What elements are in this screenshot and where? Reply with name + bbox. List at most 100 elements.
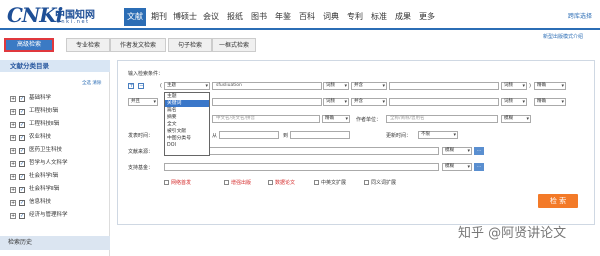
- date-to-input[interactable]: [290, 131, 350, 139]
- category-item[interactable]: + ✓ 工程科技Ⅱ辑: [10, 120, 59, 129]
- category-checkbox[interactable]: ✓: [19, 213, 25, 219]
- expand-icon[interactable]: +: [10, 161, 16, 167]
- expand-icon[interactable]: +: [10, 174, 16, 180]
- category-item[interactable]: + ✓ 哲学与人文科学: [10, 159, 68, 168]
- checkbox-box[interactable]: [314, 180, 319, 185]
- match-select-1[interactable]: 精确: [534, 82, 566, 90]
- nav-item[interactable]: 成果: [392, 8, 414, 26]
- expand-icon[interactable]: +: [10, 122, 16, 128]
- expand-icon[interactable]: +: [10, 200, 16, 206]
- freq-select-1[interactable]: 词频: [323, 82, 349, 90]
- nav-item[interactable]: 博硕士: [172, 8, 198, 26]
- checkbox-box[interactable]: [164, 180, 169, 185]
- dropdown-option[interactable]: 中图分类号: [165, 135, 209, 142]
- tab-search-mode[interactable]: 作者发文检索: [110, 38, 166, 52]
- nav-item[interactable]: 报纸: [224, 8, 246, 26]
- remove-row-icon[interactable]: −: [138, 83, 144, 89]
- expand-icon[interactable]: +: [10, 109, 16, 115]
- category-item[interactable]: + ✓ 基础科学: [10, 94, 51, 103]
- checkbox-box[interactable]: [224, 180, 229, 185]
- source-pick-button[interactable]: ···: [474, 147, 484, 155]
- category-checkbox[interactable]: ✓: [19, 148, 25, 154]
- tab-search-mode[interactable]: 专业检索: [66, 38, 110, 52]
- category-checkbox[interactable]: ✓: [19, 187, 25, 193]
- search-history-header[interactable]: 检索历史: [0, 236, 110, 250]
- update-time-select[interactable]: 不限: [418, 131, 458, 139]
- add-row-icon[interactable]: +: [128, 83, 134, 89]
- category-item[interactable]: + ✓ 社会科学Ⅱ辑: [10, 185, 59, 194]
- nav-item[interactable]: 年鉴: [272, 8, 294, 26]
- nav-item[interactable]: 标准: [368, 8, 390, 26]
- fund-input[interactable]: [164, 163, 439, 171]
- category-item[interactable]: + ✓ 医药卫生科技: [10, 146, 62, 155]
- tab-search-mode[interactable]: 句子检索: [168, 38, 212, 52]
- category-item[interactable]: + ✓ 农业科技: [10, 133, 51, 142]
- keyword-input-2[interactable]: [212, 98, 322, 106]
- dropdown-option[interactable]: 主题: [165, 93, 209, 100]
- freq-select-2b[interactable]: 词频: [501, 98, 527, 106]
- date-from-input[interactable]: [219, 131, 279, 139]
- dropdown-option[interactable]: 全文: [165, 121, 209, 128]
- category-item[interactable]: + ✓ 工程科技Ⅰ辑: [10, 107, 58, 116]
- source-match-select[interactable]: 模糊: [442, 147, 472, 155]
- category-item[interactable]: + ✓ 信息科技: [10, 198, 51, 207]
- option-checkbox[interactable]: 增强出版: [224, 179, 251, 186]
- author-match-select[interactable]: 精确: [322, 115, 350, 123]
- option-checkbox[interactable]: 中英文扩展: [314, 179, 346, 186]
- tab-search-mode[interactable]: 一框式检索: [212, 38, 256, 52]
- dropdown-option[interactable]: 篇名: [165, 107, 209, 114]
- dropdown-option[interactable]: 摘要: [165, 114, 209, 121]
- op-select-2[interactable]: 并含: [351, 98, 387, 106]
- expand-icon[interactable]: +: [10, 213, 16, 219]
- nav-item[interactable]: 专利: [344, 8, 366, 26]
- keyword-input-1[interactable]: sfusliuation: [212, 82, 322, 90]
- cnki-logo[interactable]: CNKi 中国知网 c n k i . n e t: [5, 3, 103, 29]
- nav-item[interactable]: 文献: [124, 8, 146, 26]
- category-checkbox[interactable]: ✓: [19, 96, 25, 102]
- fund-pick-button[interactable]: ···: [474, 163, 484, 171]
- keyword-input-2b[interactable]: [389, 98, 499, 106]
- dropdown-option[interactable]: 被引文献: [165, 128, 209, 135]
- category-checkbox[interactable]: ✓: [19, 200, 25, 206]
- nav-item[interactable]: 会议: [200, 8, 222, 26]
- dropdown-option[interactable]: 关键词: [165, 100, 209, 107]
- option-checkbox[interactable]: 网络首发: [164, 179, 191, 186]
- category-item[interactable]: + ✓ 经济与管理科学: [10, 211, 68, 220]
- unit-match-select[interactable]: 模糊: [501, 115, 531, 123]
- nav-item[interactable]: 期刊: [148, 8, 170, 26]
- nav-item[interactable]: 百科: [296, 8, 318, 26]
- category-checkbox[interactable]: ✓: [19, 135, 25, 141]
- category-item[interactable]: + ✓ 社会科学Ⅰ辑: [10, 172, 58, 181]
- freq-select-2[interactable]: 词频: [323, 98, 349, 106]
- category-checkbox[interactable]: ✓: [19, 161, 25, 167]
- checkbox-box[interactable]: [268, 180, 273, 185]
- category-checkbox[interactable]: ✓: [19, 109, 25, 115]
- keyword-input-1b[interactable]: [389, 82, 499, 90]
- search-button[interactable]: 检 索: [538, 194, 578, 208]
- author-input[interactable]: 中文名/英文名/拼音: [212, 115, 320, 123]
- expand-icon[interactable]: +: [10, 135, 16, 141]
- expand-icon[interactable]: +: [10, 96, 16, 102]
- category-checkbox[interactable]: ✓: [19, 122, 25, 128]
- category-checkbox[interactable]: ✓: [19, 174, 25, 180]
- nav-item[interactable]: 词典: [320, 8, 342, 26]
- cross-db-select-link[interactable]: 跨库选择: [568, 11, 592, 20]
- freq-select-1b[interactable]: 词频: [501, 82, 527, 90]
- checkbox-box[interactable]: [364, 180, 369, 185]
- tab-search-mode[interactable]: 高级检索: [4, 38, 54, 52]
- dropdown-option[interactable]: DOI: [165, 142, 209, 149]
- fund-match-select[interactable]: 模糊: [442, 163, 472, 171]
- option-checkbox[interactable]: 数据论文: [268, 179, 295, 186]
- match-select-2[interactable]: 精确: [534, 98, 566, 106]
- option-checkbox[interactable]: 同义词扩展: [364, 179, 396, 186]
- nav-item[interactable]: 更多: [416, 8, 438, 26]
- expand-icon[interactable]: +: [10, 187, 16, 193]
- select-all-clear-links[interactable]: 全选 清除: [82, 80, 101, 86]
- unit-input[interactable]: 全称/简称/曾用名: [386, 115, 498, 123]
- field-select-1[interactable]: 主题: [164, 82, 210, 90]
- expand-icon[interactable]: +: [10, 148, 16, 154]
- new-publishing-mode-link[interactable]: 新型出版模式介绍: [543, 33, 583, 40]
- op-select-1[interactable]: 并含: [351, 82, 387, 90]
- conj-select-2[interactable]: 并且: [128, 98, 158, 106]
- nav-item[interactable]: 图书: [248, 8, 270, 26]
